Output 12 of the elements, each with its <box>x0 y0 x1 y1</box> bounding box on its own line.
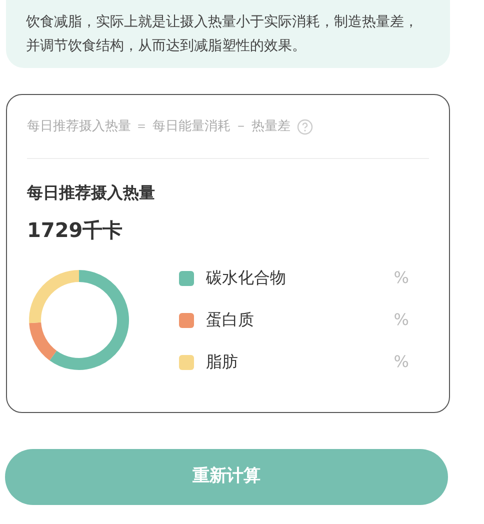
percent-value: % <box>394 351 409 373</box>
percent-value: % <box>394 267 409 289</box>
percent-value: % <box>394 309 409 331</box>
help-icon[interactable] <box>296 118 313 134</box>
legend-label: 脂肪 <box>206 351 238 373</box>
legend-label: 蛋白质 <box>206 309 254 331</box>
intro-text: 饮食减脂，实际上就是让摄入热量小于实际消耗，制造热量差，并调节饮食结构，从而达到减脂塑性的效果。 <box>26 13 419 56</box>
intake-title: 每日推荐摄入热量 <box>27 182 156 204</box>
formula-text: 每日推荐摄入热量 ＝ 每日能量消耗 － 热量差 <box>27 118 291 136</box>
intake-value: 1729千卡 <box>27 217 124 244</box>
legend-label: 碳水化合物 <box>206 267 286 289</box>
recalculate-button[interactable]: 重新计算 <box>5 449 448 505</box>
